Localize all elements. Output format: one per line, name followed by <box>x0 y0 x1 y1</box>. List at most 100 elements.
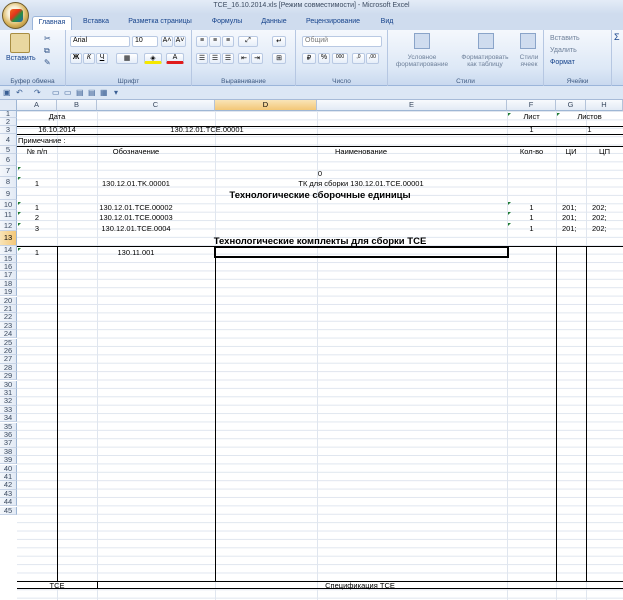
copy-icon[interactable]: ⧉ <box>44 46 50 56</box>
borders-icon[interactable]: ▦ <box>116 53 138 64</box>
decrease-indent-icon[interactable]: ⇤ <box>238 53 250 64</box>
font-color-icon[interactable]: A <box>166 53 184 64</box>
cell-header-cp[interactable]: ЦП <box>586 148 623 156</box>
tab-data[interactable]: Данные <box>254 16 294 30</box>
cell-styles-icon[interactable] <box>520 33 536 49</box>
thousands-icon[interactable]: 000 <box>332 53 348 64</box>
currency-icon[interactable]: ₽ <box>302 53 316 64</box>
column-header-d[interactable]: D <box>215 100 317 111</box>
cell-r13-designation[interactable]: 130.11.001 <box>57 249 215 257</box>
row-header-9[interactable]: 9 <box>0 188 17 200</box>
row-header-45[interactable]: 45 <box>0 506 17 515</box>
section-header-assembly-units[interactable]: Технологические сборочные единицы <box>17 191 623 200</box>
italic-button[interactable]: К <box>83 53 95 64</box>
cell-footer-tce[interactable]: TCE <box>17 582 97 590</box>
underline-button[interactable]: Ч <box>96 53 108 64</box>
align-right-icon[interactable]: ☰ <box>222 53 234 64</box>
format-painter-icon[interactable]: ✎ <box>44 58 51 67</box>
section-header-kits[interactable]: Технологические комплекты для сборки TCE <box>17 237 623 246</box>
font-name-select[interactable]: Arial <box>70 36 130 47</box>
cell-r9-cp[interactable]: 202; <box>592 204 623 212</box>
shrink-font-icon[interactable]: A˅ <box>174 36 186 47</box>
error-indicator-icon[interactable] <box>508 113 511 116</box>
column-header-a[interactable]: A <box>17 100 57 111</box>
merge-center-icon[interactable]: ⊞ <box>272 53 286 64</box>
office-button[interactable] <box>2 2 29 29</box>
format-as-table-button[interactable]: Форматировать как таблицу <box>456 54 514 68</box>
column-header-c[interactable]: C <box>97 100 215 111</box>
paste-button[interactable]: Вставить <box>6 55 36 63</box>
cell-styles-button[interactable]: Стили ячеек <box>516 54 542 68</box>
print-icon[interactable]: ▤ <box>88 88 96 97</box>
error-indicator-icon[interactable] <box>18 167 21 170</box>
cell-header-qty[interactable]: Кол-во <box>507 148 556 156</box>
cell-r11-num[interactable]: 3 <box>17 225 57 233</box>
cell-sheets-value[interactable]: 1 <box>556 126 623 134</box>
row-header-5[interactable]: 5 <box>0 146 17 154</box>
decrease-decimal-icon[interactable]: ,00 <box>366 53 379 64</box>
format-as-table-icon[interactable] <box>478 33 494 49</box>
cell-header-designation[interactable]: Обозначение <box>57 148 215 156</box>
cell-sheet-label[interactable]: Лист <box>507 113 556 121</box>
column-header-g[interactable]: G <box>556 100 586 111</box>
row-header-12[interactable]: 12 <box>0 221 17 231</box>
column-header-b[interactable]: B <box>57 100 97 111</box>
active-cell-d13[interactable] <box>214 246 509 258</box>
font-size-select[interactable]: 10 <box>132 36 158 47</box>
redo-icon[interactable]: ↷ <box>34 88 41 97</box>
cell-r11-ci[interactable]: 201; <box>562 225 586 233</box>
new-file-icon[interactable]: ▭ <box>52 88 60 97</box>
cell-r11-designation[interactable]: 130.12.01.TCE.0004 <box>57 225 215 233</box>
column-header-e[interactable]: E <box>317 100 507 111</box>
cell-zero[interactable]: 0 <box>17 170 623 178</box>
cell-r7-num[interactable]: 1 <box>17 180 57 188</box>
cell-footer-spec[interactable]: Спецификация TCE <box>97 582 623 590</box>
error-indicator-icon[interactable] <box>18 202 21 205</box>
cell-r10-num[interactable]: 2 <box>17 214 57 222</box>
cell-header-num[interactable]: № п/п <box>17 148 57 156</box>
cell-r9-qty[interactable]: 1 <box>507 204 556 212</box>
row-header-7[interactable]: 7 <box>0 166 17 177</box>
column-header-h[interactable]: H <box>586 100 623 111</box>
error-indicator-icon[interactable] <box>18 248 21 251</box>
customize-qat-icon[interactable]: ▾ <box>114 88 118 97</box>
cell-r10-qty[interactable]: 1 <box>507 214 556 222</box>
increase-decimal-icon[interactable]: ,0 <box>352 53 365 64</box>
error-indicator-icon[interactable] <box>18 212 21 215</box>
print-preview-icon[interactable]: ▤ <box>76 88 84 97</box>
row-header-11[interactable]: 11 <box>0 210 17 221</box>
cell-header-name[interactable]: Наименование <box>215 148 507 156</box>
email-icon[interactable]: ▦ <box>100 88 108 97</box>
align-left-icon[interactable]: ☰ <box>196 53 208 64</box>
open-icon[interactable]: ▭ <box>64 88 72 97</box>
tab-page-layout[interactable]: Разметка страницы <box>120 16 200 30</box>
cell-sheets-label[interactable]: Листов <box>556 113 623 121</box>
paste-icon[interactable] <box>10 33 30 53</box>
cell-date-label[interactable]: Дата <box>17 113 97 121</box>
conditional-format-icon[interactable] <box>414 33 430 49</box>
tab-review[interactable]: Рецензирование <box>300 16 366 30</box>
align-middle-icon[interactable]: ≡ <box>209 36 221 47</box>
orientation-icon[interactable]: ⤢ <box>238 36 258 47</box>
cell-r7-designation[interactable]: 130.12.01.TK.00001 <box>57 180 215 188</box>
row-header-3[interactable]: 3 <box>0 126 17 134</box>
tab-formulas[interactable]: Формулы <box>205 16 249 30</box>
cell-r11-cp[interactable]: 202; <box>592 225 623 233</box>
format-cells-button[interactable]: Формат <box>550 59 575 67</box>
error-indicator-icon[interactable] <box>18 223 21 226</box>
row-header-10[interactable]: 10 <box>0 200 17 210</box>
spreadsheet-grid[interactable]: A B C D E F G H 1 2 3 4 5 6 7 8 9 10 11 12 13 14 15 16 1… <box>0 100 623 600</box>
cell-r9-num[interactable]: 1 <box>17 204 57 212</box>
row-header-6[interactable]: 6 <box>0 154 17 166</box>
tab-insert[interactable]: Вставка <box>78 16 114 30</box>
cell-r10-designation[interactable]: 130.12.01.TCE.00003 <box>57 214 215 222</box>
insert-cells-button[interactable]: Вставить <box>550 35 580 43</box>
row-header-8[interactable]: 8 <box>0 177 17 188</box>
align-center-icon[interactable]: ☰ <box>209 53 221 64</box>
autosum-icon[interactable]: Σ <box>614 33 620 41</box>
cell-date-value[interactable]: 16.10.2014 <box>17 126 97 134</box>
cell-r13-num[interactable]: 1 <box>17 249 57 257</box>
save-icon[interactable]: ▣ <box>3 88 11 97</box>
cell-code-value[interactable]: 130.12.01.TCE.00001 <box>97 126 317 134</box>
cell-r9-ci[interactable]: 201; <box>562 204 586 212</box>
